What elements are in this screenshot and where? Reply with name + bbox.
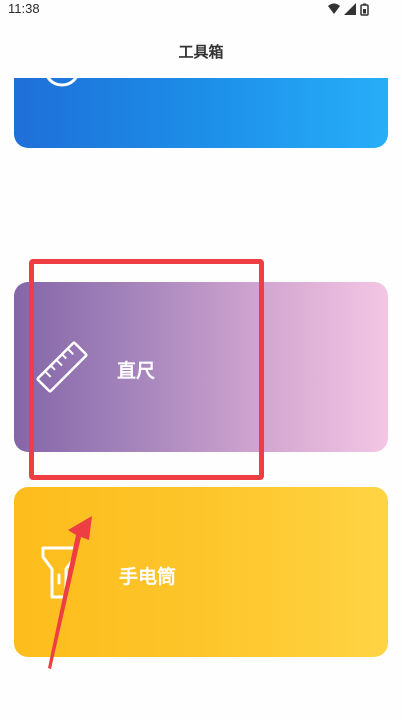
signal-icon — [344, 3, 356, 15]
tool-card-flashlight[interactable]: 手电筒 — [14, 487, 388, 657]
flashlight-icon — [41, 546, 77, 599]
battery-icon — [360, 3, 369, 16]
tool-card-label: 直尺 — [117, 360, 156, 382]
status-time: 11:38 — [8, 1, 40, 16]
wifi-icon — [328, 3, 340, 14]
status-icons — [328, 3, 369, 16]
app-bar: 工具箱 — [0, 22, 402, 78]
status-bar: 11:38 — [0, 0, 402, 22]
tool-card-label: 手电筒 — [119, 566, 177, 588]
ruler-icon — [36, 341, 88, 393]
tool-card-ruler[interactable]: 直尺 — [14, 282, 388, 452]
page-title: 工具箱 — [178, 43, 224, 61]
